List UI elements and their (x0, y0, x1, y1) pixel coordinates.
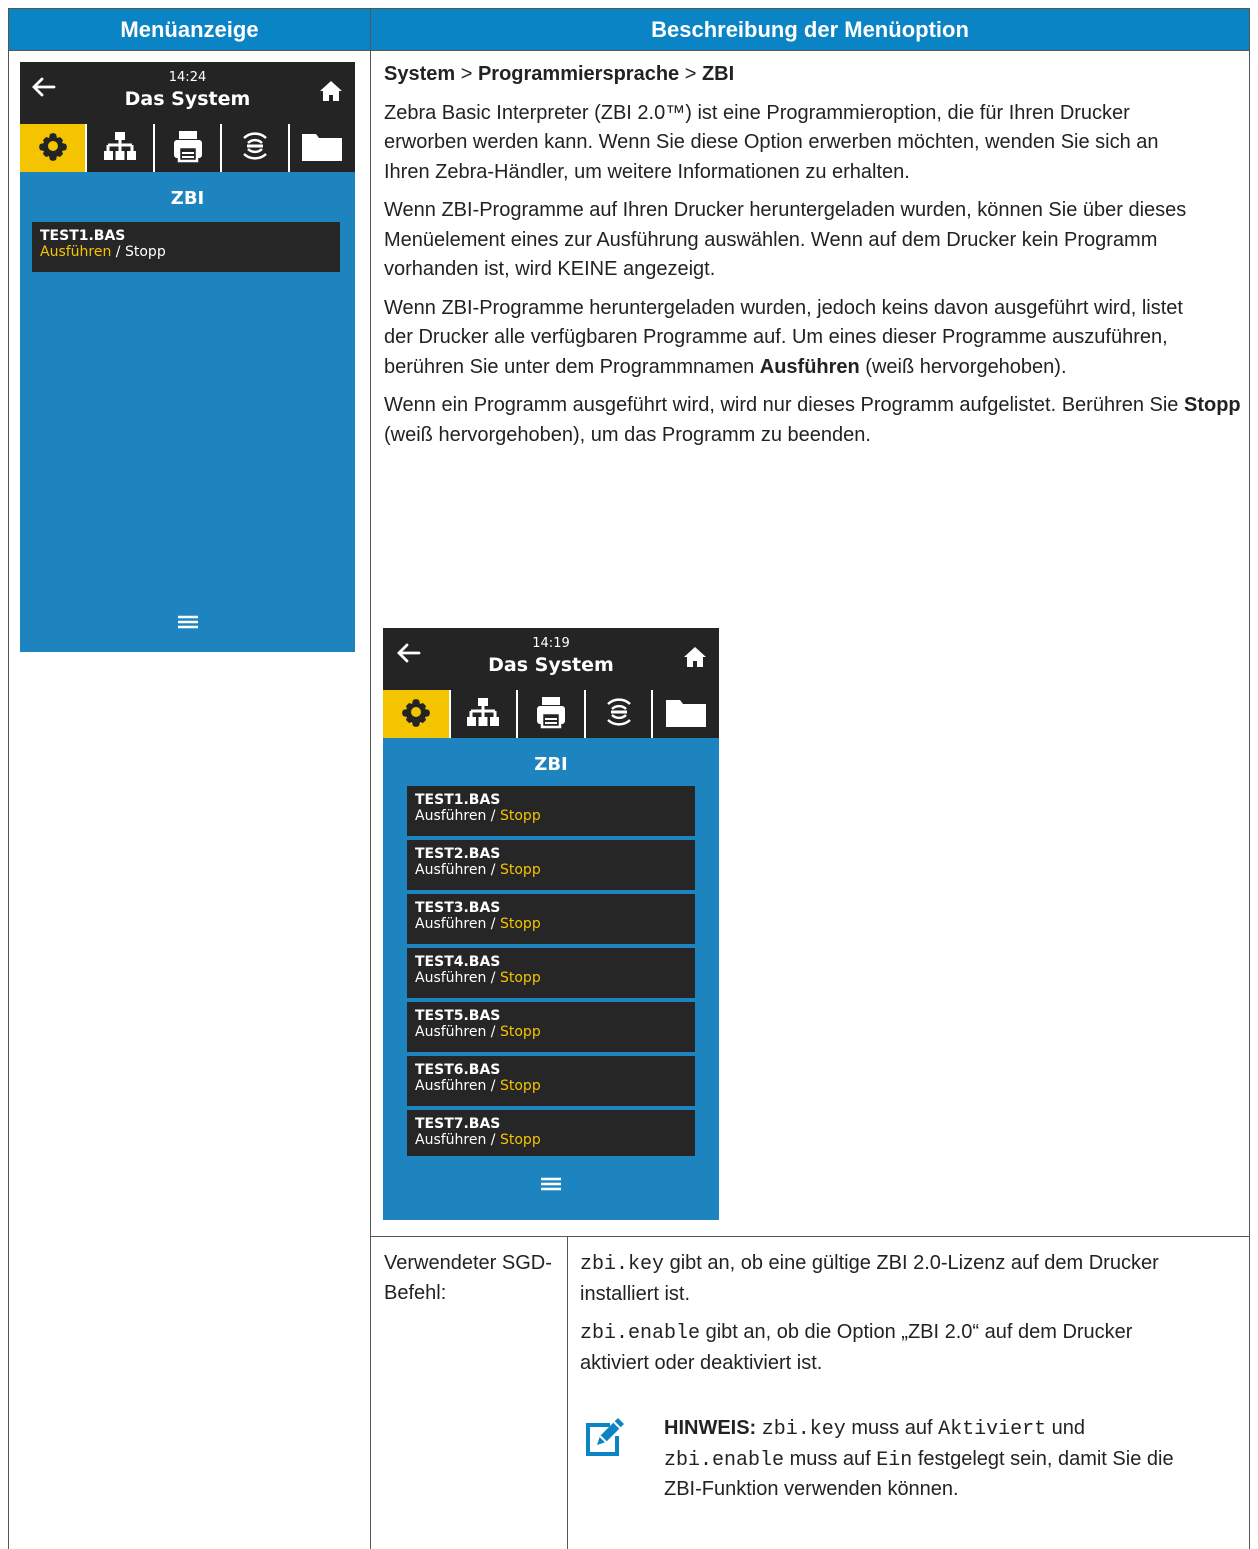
program-actions: Ausführen / Stopp (415, 970, 687, 986)
table-border-top (8, 8, 1250, 9)
program-list-item[interactable]: TEST3.BAS Ausführen / Stopp (407, 894, 695, 944)
gear-icon (36, 129, 70, 168)
printer-icon (172, 129, 204, 168)
network-icon (103, 130, 137, 167)
screen-tabbar (20, 124, 355, 172)
program-actions: Ausführen / Stopp (415, 1078, 687, 1094)
note-block: HINWEIS: zbi.key muss auf Aktiviert und … (664, 1417, 1174, 1500)
run-action[interactable]: Ausführen (415, 1024, 486, 1040)
description-paragraph-1: Zebra Basic Interpreter (ZBI 2.0™) ist e… (384, 101, 1159, 183)
stop-action[interactable]: Stopp (500, 862, 541, 878)
stop-action[interactable]: Stopp (500, 1078, 541, 1094)
sgd-commands: zbi.key gibt an, ob eine gültige ZBI 2.0… (580, 1249, 1240, 1378)
program-name: TEST1.BAS (40, 228, 126, 244)
action-separator: / (486, 970, 500, 986)
run-action[interactable]: Ausführen (415, 970, 486, 986)
table-border-right (1249, 8, 1250, 1549)
tab-connection[interactable] (220, 124, 288, 172)
tab-print[interactable] (152, 124, 221, 172)
description-paragraph-2: Wenn ZBI-Programme auf Ihren Drucker her… (384, 199, 1187, 280)
program-name: TEST7.BAS (415, 1116, 501, 1132)
screen-time: 14:24 (168, 70, 207, 85)
stop-action[interactable]: Stopp (125, 244, 166, 260)
screen-title: Das System (124, 88, 251, 110)
screen-section-title: ZBI (170, 188, 205, 209)
program-name: TEST3.BAS (415, 900, 501, 916)
program-name: TEST6.BAS (415, 1062, 501, 1078)
stop-action[interactable]: Stopp (500, 1024, 541, 1040)
menu-path: System > Programmiersprache > ZBI (384, 63, 735, 85)
device-screen-2: 14:19 Das System ZBI TEST1.BAS Ausführen … (383, 628, 719, 1220)
program-list-item[interactable]: TEST6.BAS Ausführen / Stopp (407, 1056, 695, 1106)
program-list-item[interactable]: TEST5.BAS Ausführen / Stopp (407, 1002, 695, 1052)
program-name: TEST2.BAS (415, 846, 501, 862)
menu-icon[interactable] (383, 1176, 719, 1197)
description-paragraph-4: Wenn ein Programm ausgeführt wird, wird … (384, 394, 1241, 446)
tab-system[interactable] (20, 124, 86, 172)
sgd-command-2: zbi.enable gibt an, ob die Option „ZBI 2… (580, 1321, 1133, 1374)
stop-action[interactable]: Stopp (500, 970, 541, 986)
action-separator: / (486, 862, 500, 878)
action-separator: / (486, 1132, 500, 1148)
note-label: HINWEIS: (664, 1417, 757, 1439)
stop-action[interactable]: Stopp (500, 808, 541, 824)
run-action[interactable]: Ausführen (415, 916, 486, 932)
action-separator: / (486, 808, 500, 824)
table-border-mid (370, 8, 371, 1549)
program-actions: Ausführen / Stopp (415, 1132, 687, 1148)
folder-icon (301, 130, 343, 167)
program-list-item[interactable]: TEST1.BAS Ausführen / Stopp (407, 786, 695, 836)
sgd-command-1: zbi.key gibt an, ob eine gültige ZBI 2.0… (580, 1252, 1159, 1305)
program-actions: Ausführen / Stopp (415, 862, 687, 878)
menu-icon[interactable] (20, 614, 355, 635)
run-action[interactable]: Ausführen (415, 808, 486, 824)
program-actions: Ausführen / Stopp (415, 1024, 687, 1040)
sgd-label: Verwendeter SGD-Befehl: (384, 1252, 552, 1304)
table-border-header (8, 50, 1250, 51)
stop-action[interactable]: Stopp (500, 916, 541, 932)
action-separator: / (111, 244, 125, 260)
action-separator: / (486, 1024, 500, 1040)
program-name: TEST1.BAS (415, 792, 501, 808)
action-separator: / (486, 1078, 500, 1094)
program-actions: Ausführen / Stopp (40, 244, 332, 260)
tab-storage[interactable] (287, 124, 355, 172)
tab-network[interactable] (85, 124, 153, 172)
home-icon[interactable] (319, 80, 343, 107)
program-actions: Ausführen / Stopp (415, 808, 687, 824)
screen-topbar: 14:24 Das System (20, 62, 355, 124)
program-actions: Ausführen / Stopp (415, 916, 687, 932)
table-border-left (8, 8, 9, 1549)
table-border-sgd (371, 1236, 1250, 1237)
wireless-icon (238, 129, 272, 168)
run-action[interactable]: Ausführen (415, 862, 486, 878)
run-action[interactable]: Ausführen (415, 1132, 486, 1148)
program-list-item[interactable]: TEST1.BAS Ausführen / Stopp (32, 222, 340, 272)
action-separator: / (486, 916, 500, 932)
description-block: System > Programmiersprache > ZBI Zebra … (384, 60, 1244, 450)
table-border-sgd-mid (567, 1236, 568, 1549)
run-action[interactable]: Ausführen (415, 1078, 486, 1094)
program-list-item[interactable]: TEST4.BAS Ausführen / Stopp (407, 948, 695, 998)
stop-action[interactable]: Stopp (500, 1132, 541, 1148)
program-name: TEST4.BAS (415, 954, 501, 970)
device-screen-1: 14:24 Das System ZBI TEST1.BAS Ausführen … (20, 62, 355, 652)
screen-program-list: TEST1.BAS Ausführen / Stopp TEST2.BAS Ausfü… (383, 628, 719, 1156)
program-list-item[interactable]: TEST7.BAS Ausführen / Stopp (407, 1110, 695, 1156)
description-paragraph-3: Wenn ZBI-Programme heruntergeladen wurde… (384, 296, 1183, 378)
header-menu-description: Beschreibung der Menüoption (371, 9, 1249, 50)
program-list-item[interactable]: TEST2.BAS Ausführen / Stopp (407, 840, 695, 890)
header-menu-display: Menüanzeige (9, 9, 370, 50)
program-name: TEST5.BAS (415, 1008, 501, 1024)
note-edit-icon (583, 1415, 627, 1464)
run-action[interactable]: Ausführen (40, 244, 111, 260)
